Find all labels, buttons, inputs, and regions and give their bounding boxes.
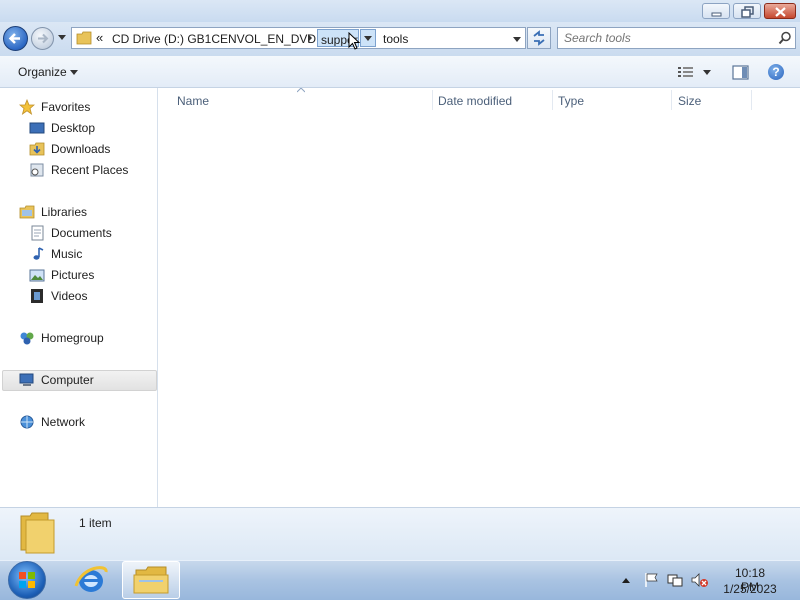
column-divider[interactable] [671,90,672,110]
minimize-button[interactable] [702,3,730,19]
pictures-icon [29,269,45,282]
network-icon [20,415,34,429]
chevron-down-icon [364,36,372,41]
restore-button[interactable] [733,3,761,19]
network-status-icon[interactable] [667,572,683,588]
breadcrumb-chevron-icon[interactable] [306,33,314,43]
breadcrumb-overflow[interactable]: « [96,30,103,45]
search-box[interactable] [557,27,796,49]
item-count: 1 item [79,516,112,530]
details-pane [0,507,800,560]
nav-music-label: Music [51,247,83,261]
views-dropdown-icon[interactable] [703,70,711,76]
star-icon [19,99,35,115]
volume-muted-icon[interactable] [691,572,709,588]
music-icon [33,247,44,260]
videos-icon [31,289,43,303]
restore-icon [741,6,754,18]
refresh-button[interactable] [527,27,551,49]
libraries-icon [19,205,35,219]
nav-homegroup-label: Homegroup [41,331,104,345]
computer-icon [19,373,34,386]
column-divider[interactable] [751,90,752,110]
recent-places-icon [30,163,44,177]
mouse-cursor-icon [348,32,361,50]
column-header-type[interactable]: Type [558,94,584,108]
refresh-icon [533,30,545,46]
nav-computer-label: Computer [41,373,94,387]
breadcrumb-tools[interactable]: tools [383,32,408,46]
nav-videos-label: Videos [51,289,88,303]
column-divider[interactable] [432,90,433,110]
action-center-flag-icon[interactable] [643,572,659,588]
change-view-icon[interactable] [678,66,694,78]
organize-button[interactable]: Organize [18,65,67,79]
preview-pane-icon[interactable] [732,65,750,81]
search-icon[interactable] [778,31,792,45]
file-list[interactable]: Name Date modified Type Size [158,88,800,507]
windows-logo-icon [19,572,35,588]
address-bar[interactable]: « CD Drive (D:) GB1CENVOL_EN_DVD support… [71,27,526,50]
back-button[interactable] [3,26,28,51]
clock-date[interactable]: 1/25/2023 [718,582,782,596]
breadcrumb-cd-drive[interactable]: CD Drive (D:) GB1CENVOL_EN_DVD [112,32,316,46]
downloads-folder-icon [29,142,45,156]
chevron-down-icon[interactable] [70,70,78,76]
title-bar [0,0,800,22]
sort-ascending-icon [297,88,305,93]
help-icon[interactable]: ? [768,64,784,80]
nav-libraries-label: Libraries [41,205,88,219]
column-header-size[interactable]: Size [678,94,701,108]
back-arrow-icon [8,33,20,44]
internet-explorer-icon [74,566,108,592]
column-header-date-modified[interactable]: Date modified [438,94,512,108]
nav-downloads-label: Downloads [51,142,111,156]
folder-icon [76,31,92,45]
nav-network-label: Network [41,415,86,429]
documents-icon [31,225,44,241]
breadcrumb-support-dropdown[interactable] [360,29,376,47]
column-header-name[interactable]: Name [177,94,209,108]
desktop-icon [29,122,45,134]
nav-pictures-label: Pictures [51,268,95,282]
search-input[interactable] [564,31,764,45]
nav-recent-places-label: Recent Places [51,163,129,177]
taskbar-internet-explorer[interactable] [68,562,114,598]
windows-explorer-icon [133,566,169,594]
taskbar-windows-explorer[interactable] [122,561,180,599]
column-divider[interactable] [552,90,553,110]
homegroup-icon [20,332,34,345]
address-history-dropdown-icon[interactable] [512,36,522,44]
close-icon [775,7,786,17]
forward-button[interactable] [31,27,54,50]
close-button[interactable] [764,3,796,19]
nav-desktop-label: Desktop [51,121,96,135]
folder-large-icon [20,512,55,554]
nav-documents-label: Documents [51,226,112,240]
start-button[interactable] [8,561,46,599]
show-hidden-icons-icon[interactable] [621,577,631,584]
nav-favorites-label: Favorites [41,100,91,114]
minimize-icon [711,12,722,17]
forward-arrow-icon [38,33,49,44]
recent-pages-dropdown-icon[interactable] [57,34,67,42]
